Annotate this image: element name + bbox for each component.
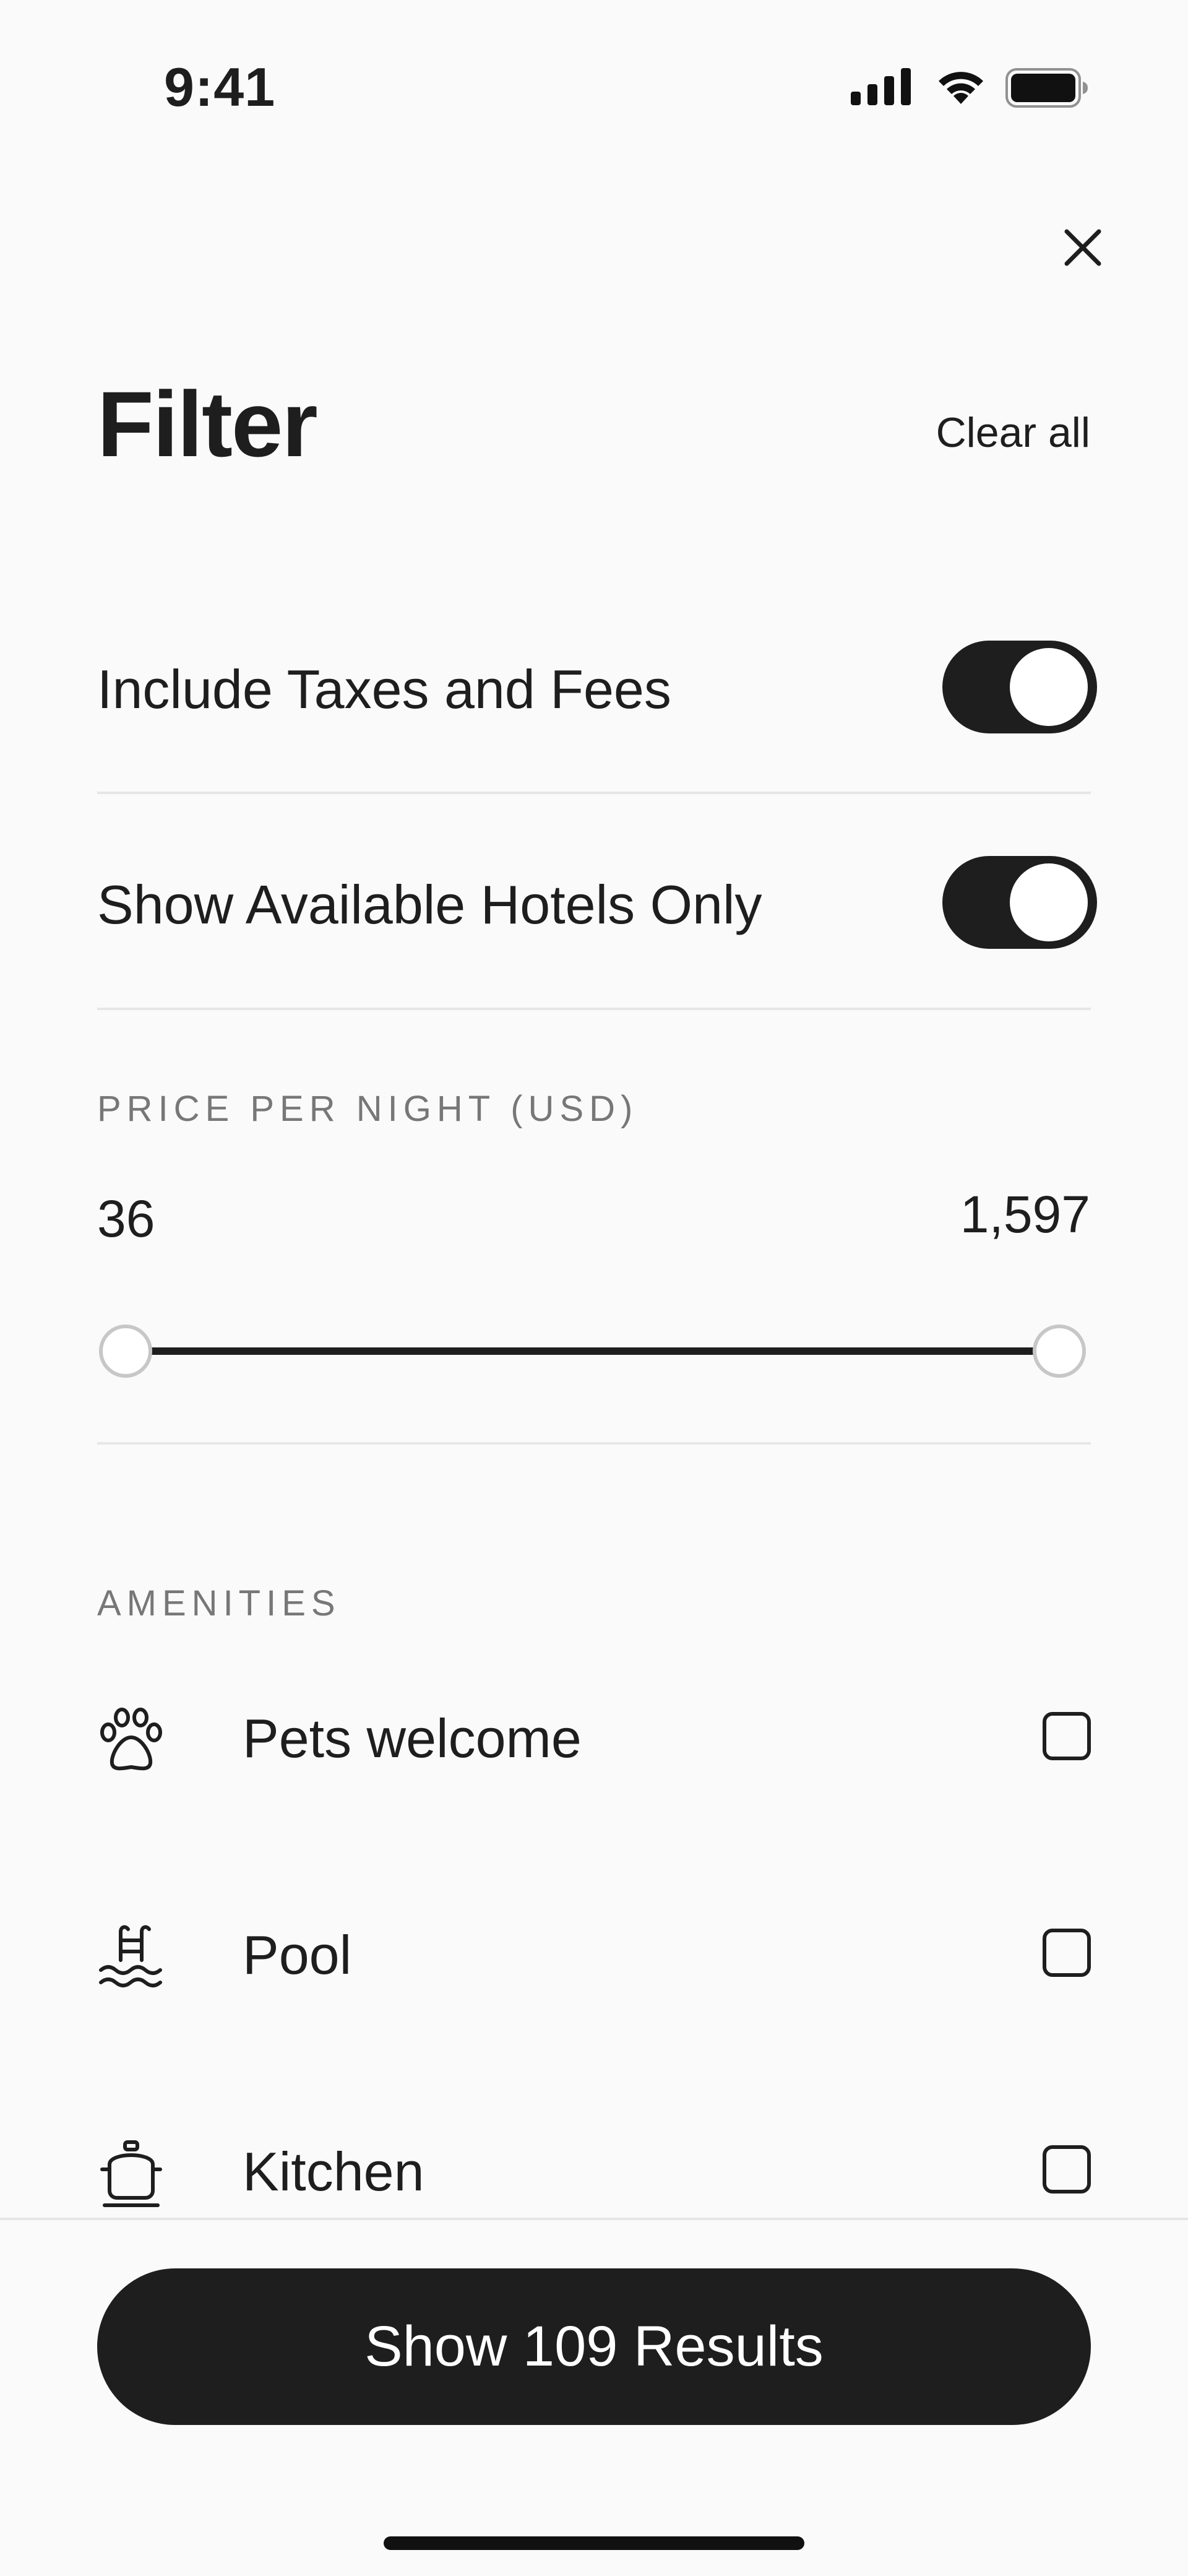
price-min-value: 36 bbox=[97, 1190, 155, 1248]
price-section-label: PRICE PER NIGHT (USD) bbox=[97, 1089, 639, 1129]
close-button[interactable] bbox=[1055, 220, 1111, 275]
status-time: 9:41 bbox=[164, 56, 276, 118]
checkbox-pets[interactable] bbox=[1043, 1712, 1091, 1760]
available-hotels-toggle[interactable] bbox=[942, 856, 1097, 949]
price-max-value: 1,597 bbox=[960, 1185, 1090, 1243]
battery-icon bbox=[1005, 68, 1089, 111]
show-results-button[interactable]: Show 109 Results bbox=[97, 2268, 1091, 2425]
toggle-knob bbox=[1010, 863, 1088, 941]
available-hotels-label: Show Available Hotels Only bbox=[97, 874, 762, 935]
checkbox-kitchen[interactable] bbox=[1043, 2145, 1091, 2193]
paw-icon bbox=[97, 1706, 165, 1774]
toggle-knob bbox=[1010, 648, 1088, 726]
divider bbox=[97, 1442, 1091, 1445]
divider bbox=[97, 792, 1091, 794]
price-max-handle[interactable] bbox=[1033, 1325, 1086, 1378]
kitchen-icon bbox=[97, 2140, 165, 2208]
amenity-label-pool: Pool bbox=[243, 1924, 352, 1986]
amenity-label-pets: Pets welcome bbox=[243, 1708, 582, 1769]
include-taxes-label: Include Taxes and Fees bbox=[97, 659, 671, 720]
signal-icon bbox=[851, 68, 913, 108]
checkbox-pool[interactable] bbox=[1043, 1929, 1091, 1977]
price-slider-track bbox=[127, 1347, 1060, 1355]
amenities-section-label: AMENITIES bbox=[97, 1583, 341, 1623]
price-min-handle[interactable] bbox=[99, 1325, 152, 1378]
footer-divider bbox=[0, 2218, 1188, 2220]
pool-icon bbox=[97, 1923, 165, 1991]
include-taxes-toggle[interactable] bbox=[942, 641, 1097, 733]
home-indicator bbox=[384, 2536, 804, 2550]
divider bbox=[97, 1008, 1091, 1010]
close-icon bbox=[1064, 229, 1101, 266]
amenity-label-kitchen: Kitchen bbox=[243, 2141, 424, 2202]
page-title: Filter bbox=[97, 372, 318, 476]
wifi-icon bbox=[933, 63, 989, 110]
clear-all-button[interactable]: Clear all bbox=[936, 412, 1090, 454]
